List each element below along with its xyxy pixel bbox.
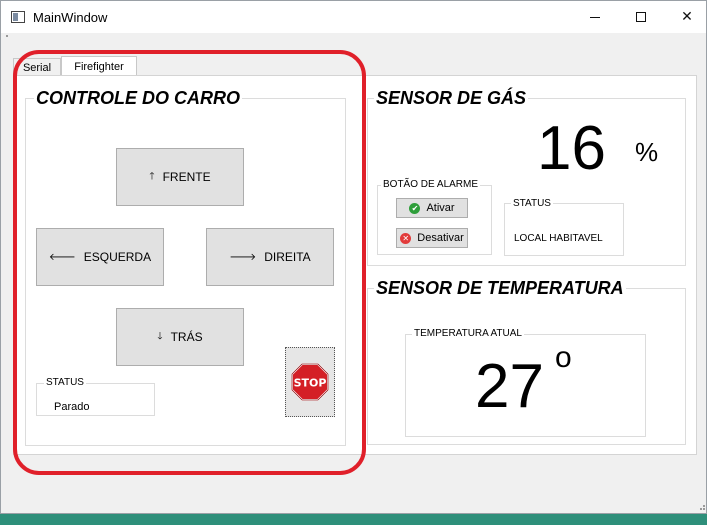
left-button[interactable]: 🡐 ESQUERDA bbox=[36, 228, 164, 286]
temperature-sensor-title: SENSOR DE TEMPERATURA bbox=[374, 278, 626, 299]
right-label: DIREITA bbox=[264, 250, 311, 264]
title-bar: MainWindow ✕ bbox=[1, 1, 706, 33]
maximize-button[interactable] bbox=[618, 1, 664, 33]
right-button[interactable]: 🡒 DIREITA bbox=[206, 228, 334, 286]
forward-label: FRENTE bbox=[162, 170, 211, 184]
minimize-button[interactable] bbox=[572, 1, 618, 33]
gas-status-group bbox=[504, 203, 624, 256]
maximize-icon bbox=[636, 12, 646, 22]
taskbar-strip bbox=[0, 514, 707, 525]
arrow-up-icon: 🡑 bbox=[149, 170, 155, 182]
resize-grip-icon[interactable] bbox=[696, 501, 706, 511]
gas-unit: % bbox=[635, 137, 659, 167]
back-label: TRÁS bbox=[170, 330, 203, 344]
minimize-icon bbox=[590, 16, 600, 18]
tab-serial[interactable]: Serial bbox=[13, 58, 61, 76]
activate-label: Ativar bbox=[426, 202, 455, 214]
deactivate-label: Desativar bbox=[417, 232, 464, 244]
tab-firefighter[interactable]: Firefighter bbox=[61, 56, 137, 76]
gas-status-value: LOCAL HABITAVEL bbox=[514, 233, 603, 244]
arrow-down-icon: 🡓 bbox=[157, 330, 163, 342]
degree-symbol: o bbox=[555, 341, 572, 374]
close-icon: ✕ bbox=[681, 9, 693, 25]
car-control-title: CONTROLE DO CARRO bbox=[34, 88, 242, 109]
gas-sensor-title: SENSOR DE GÁS bbox=[374, 88, 529, 109]
stop-sign-icon: STOP bbox=[291, 363, 329, 401]
arrow-left-icon: 🡐 bbox=[48, 252, 76, 263]
close-button[interactable]: ✕ bbox=[664, 1, 707, 33]
temperature-value: 27 bbox=[475, 352, 544, 421]
back-button[interactable]: 🡓 TRÁS bbox=[116, 308, 244, 366]
deactivate-alarm-button[interactable]: ✕ Desativar bbox=[396, 228, 468, 248]
check-icon: ✔ bbox=[409, 202, 421, 214]
main-window: MainWindow ✕ Serial Firefighter CONTROLE… bbox=[0, 0, 707, 514]
alarm-title: BOTÃO DE ALARME bbox=[381, 179, 481, 190]
gas-value: 16 bbox=[537, 114, 606, 183]
current-temperature-title: TEMPERATURA ATUAL bbox=[412, 328, 524, 339]
stop-button[interactable]: STOP bbox=[285, 347, 335, 417]
arrow-right-icon: 🡒 bbox=[229, 252, 257, 263]
svg-text:STOP: STOP bbox=[294, 377, 327, 390]
window-title: MainWindow bbox=[33, 10, 108, 25]
left-label: ESQUERDA bbox=[83, 250, 152, 264]
menu-bar-marker bbox=[6, 35, 8, 37]
car-status-title: STATUS bbox=[44, 377, 86, 388]
forward-button[interactable]: 🡑 FRENTE bbox=[116, 148, 244, 206]
gas-status-title: STATUS bbox=[511, 198, 553, 209]
activate-alarm-button[interactable]: ✔ Ativar bbox=[396, 198, 468, 218]
cancel-icon: ✕ bbox=[400, 232, 412, 244]
car-status-value: Parado bbox=[54, 401, 90, 413]
app-window-icon bbox=[11, 11, 25, 23]
